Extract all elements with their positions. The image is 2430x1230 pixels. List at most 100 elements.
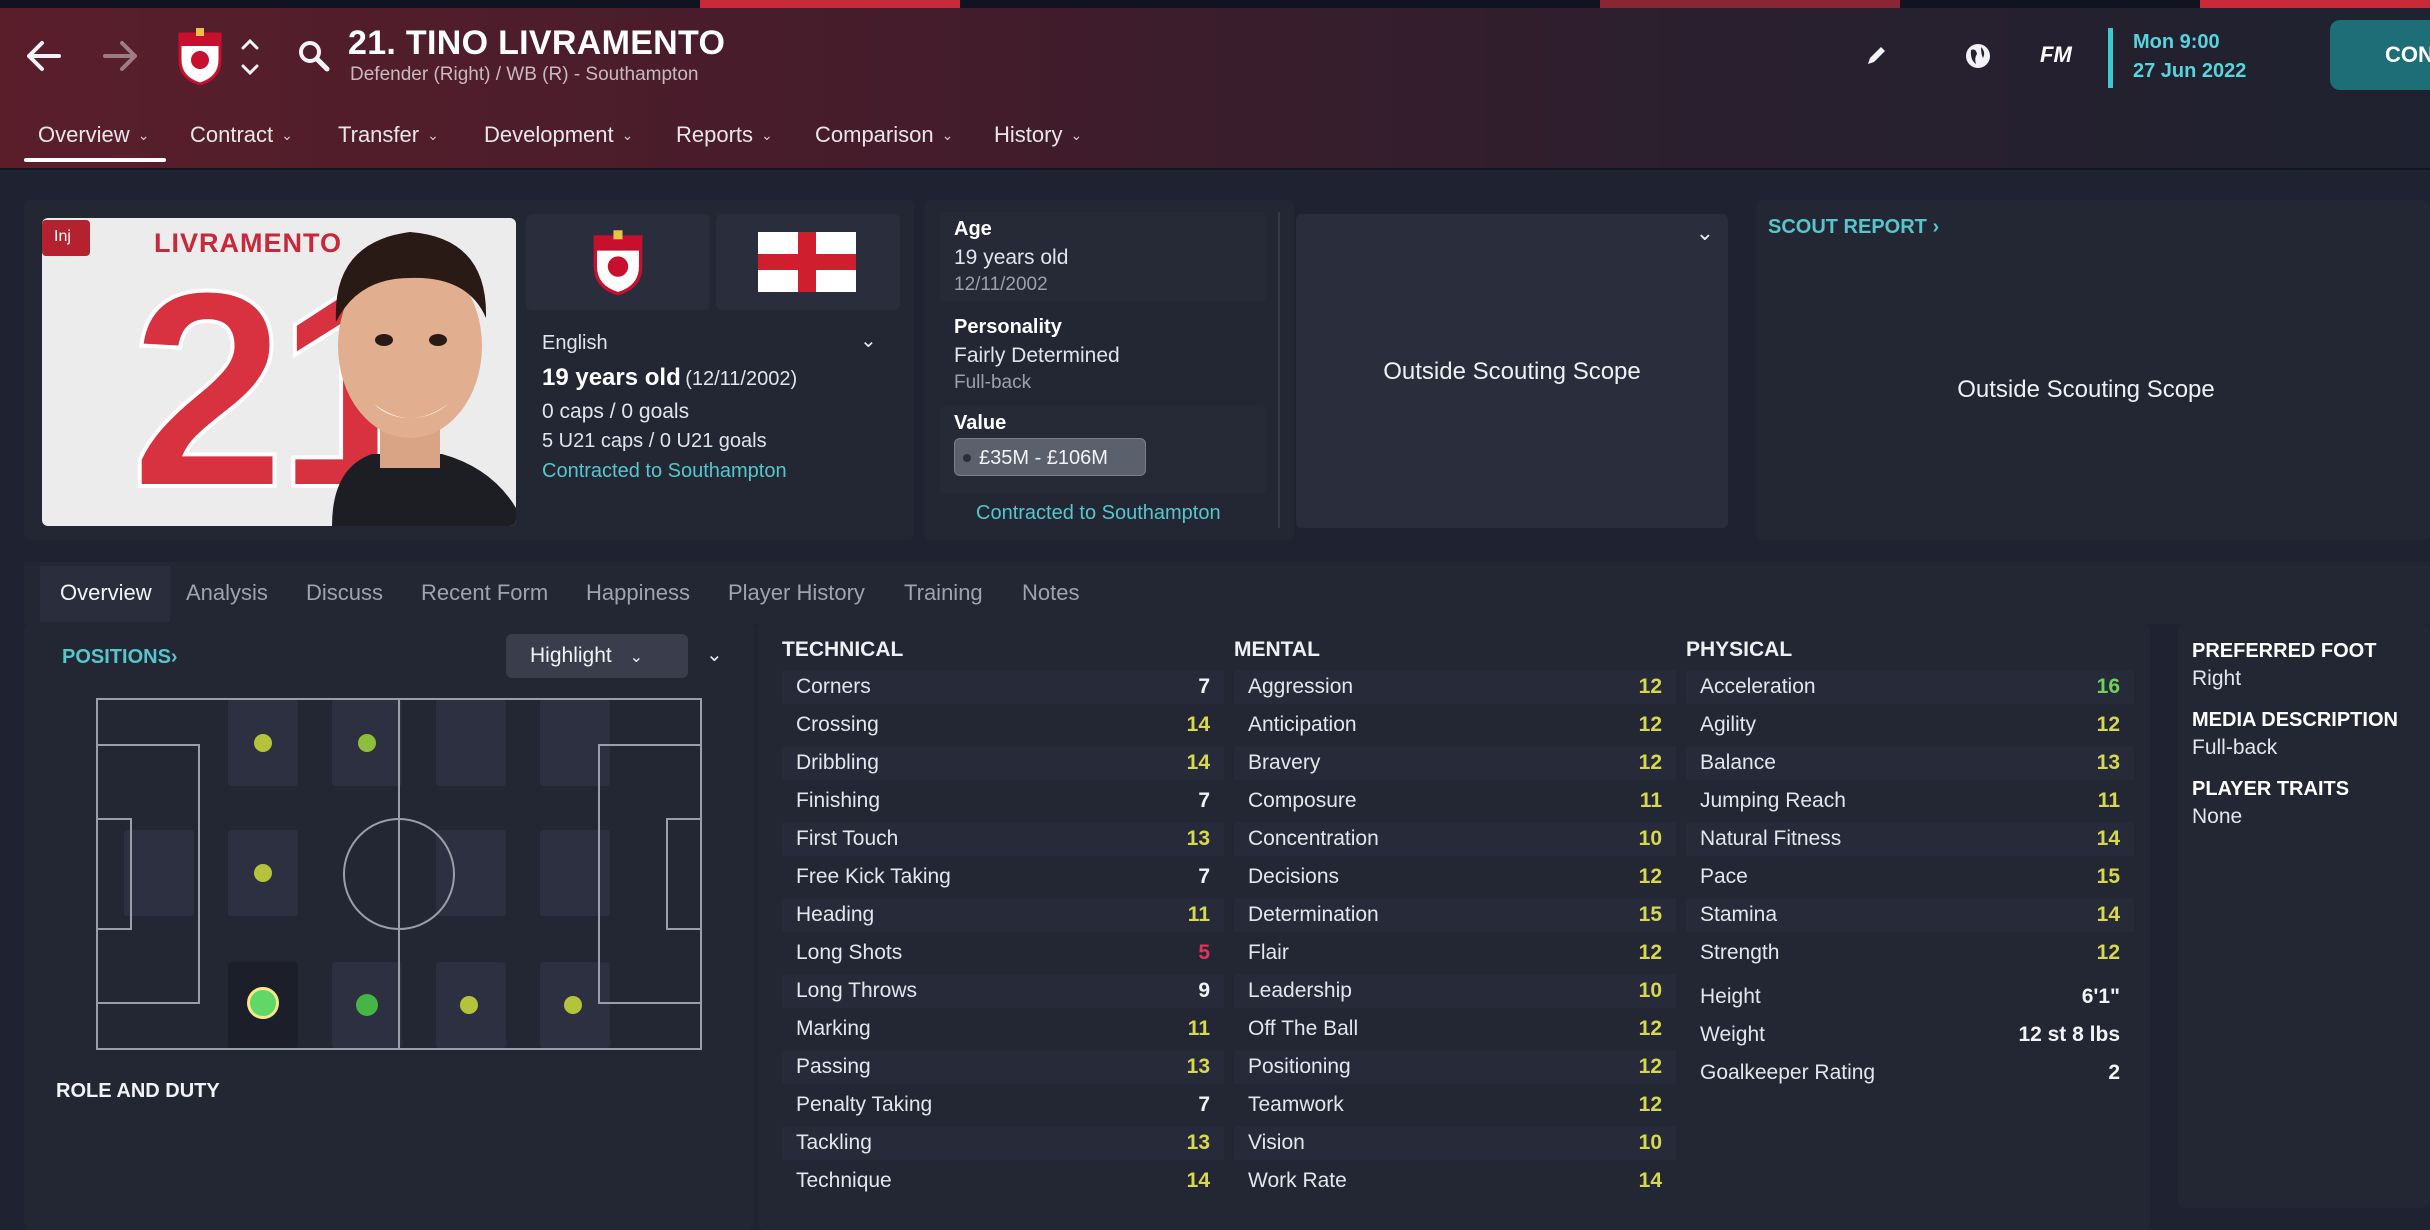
- continue-button[interactable]: CON: [2330, 20, 2430, 90]
- scout-report-link[interactable]: SCOUT REPORT ›: [1768, 216, 1939, 239]
- attribute-row-acceleration[interactable]: Acceleration 16: [1686, 670, 2134, 704]
- tab-reports[interactable]: Reports ⌄: [676, 122, 773, 148]
- attribute-row-technique[interactable]: Technique 14: [782, 1164, 1224, 1198]
- position-dot[interactable]: [460, 996, 478, 1014]
- attribute-row-heading[interactable]: Heading 11: [782, 898, 1224, 932]
- page-subtitle: Defender (Right) / WB (R) - Southampton: [350, 64, 699, 85]
- nation-flag-box[interactable]: [716, 214, 900, 310]
- attribute-value: 10: [1638, 827, 1662, 850]
- subtab-analysis[interactable]: Analysis: [186, 580, 268, 606]
- attribute-row-teamwork[interactable]: Teamwork 12: [1234, 1088, 1676, 1122]
- subtab-notes[interactable]: Notes: [1022, 580, 1079, 606]
- attribute-row-dribbling[interactable]: Dribbling 14: [782, 746, 1224, 780]
- game-date[interactable]: Mon 9:00 27 Jun 2022: [2108, 28, 2246, 88]
- tab-contract[interactable]: Contract ⌄: [190, 122, 293, 148]
- subtab-player-history[interactable]: Player History: [728, 580, 865, 606]
- attribute-row-jumping-reach[interactable]: Jumping Reach 11: [1686, 784, 2134, 818]
- club-crest-icon[interactable]: [172, 24, 228, 88]
- position-dot[interactable]: [254, 734, 272, 752]
- attribute-name: Acceleration: [1700, 675, 1816, 698]
- technical-heading: TECHNICAL: [782, 638, 904, 661]
- attribute-row-agility[interactable]: Agility 12: [1686, 708, 2134, 742]
- attribute-row-off-the-ball[interactable]: Off The Ball 12: [1234, 1012, 1676, 1046]
- attribute-value: 10: [1638, 979, 1662, 1002]
- positions-link[interactable]: POSITIONS›: [62, 646, 178, 669]
- position-dot[interactable]: [564, 996, 582, 1014]
- attribute-row-vision[interactable]: Vision 10: [1234, 1126, 1676, 1160]
- position-dot[interactable]: [358, 734, 376, 752]
- side-info: PREFERRED FOOT Right MEDIA DESCRIPTION F…: [2192, 640, 2430, 847]
- attribute-row-positioning[interactable]: Positioning 12: [1234, 1050, 1676, 1084]
- tab-comparison[interactable]: Comparison ⌄: [815, 122, 953, 148]
- tab-development-label: Development: [484, 122, 614, 147]
- attribute-row-anticipation[interactable]: Anticipation 12: [1234, 708, 1676, 742]
- attribute-row-long-throws[interactable]: Long Throws 9: [782, 974, 1224, 1008]
- attribute-row-flair[interactable]: Flair 12: [1234, 936, 1676, 970]
- attribute-row-stamina[interactable]: Stamina 14: [1686, 898, 2134, 932]
- attribute-row-pace[interactable]: Pace 15: [1686, 860, 2134, 894]
- back-arrow-icon[interactable]: [20, 32, 68, 80]
- active-tab-underline: [24, 158, 166, 162]
- attribute-row-first-touch[interactable]: First Touch 13: [782, 822, 1224, 856]
- edit-pencil-icon[interactable]: [1858, 38, 1894, 74]
- subtab-overview[interactable]: Overview: [60, 580, 152, 606]
- attribute-row-leadership[interactable]: Leadership 10: [1234, 974, 1676, 1008]
- attribute-name: Natural Fitness: [1700, 827, 1842, 850]
- position-dot[interactable]: [254, 864, 272, 882]
- subtab-recent-form[interactable]: Recent Form: [421, 580, 548, 606]
- tab-development[interactable]: Development ⌄: [484, 122, 633, 148]
- position-dot[interactable]: [356, 994, 378, 1016]
- tab-transfer[interactable]: Transfer ⌄: [338, 122, 439, 148]
- age-card: Age 19 years old 12/11/2002: [940, 212, 1266, 302]
- nationality-chevron-down-icon[interactable]: ⌄: [860, 328, 877, 353]
- attribute-value: 15: [1638, 903, 1662, 926]
- attribute-row-free-kick-taking[interactable]: Free Kick Taking 7: [782, 860, 1224, 894]
- attribute-row-bravery[interactable]: Bravery 12: [1234, 746, 1676, 780]
- attribute-row-balance[interactable]: Balance 13: [1686, 746, 2134, 780]
- subtab-happiness[interactable]: Happiness: [586, 580, 690, 606]
- fm-logo[interactable]: FM: [2040, 42, 2072, 68]
- search-icon[interactable]: [292, 34, 336, 78]
- attribute-row-determination[interactable]: Determination 15: [1234, 898, 1676, 932]
- attribute-row-tackling[interactable]: Tackling 13: [782, 1126, 1224, 1160]
- contract-link[interactable]: Contracted to Southampton: [976, 502, 1221, 525]
- attribute-row-finishing[interactable]: Finishing 7: [782, 784, 1224, 818]
- attribute-value: 13: [2096, 751, 2120, 774]
- attribute-value: 13: [1186, 1055, 1210, 1078]
- attribute-row-composure[interactable]: Composure 11: [1234, 784, 1676, 818]
- attribute-row-long-shots[interactable]: Long Shots 5: [782, 936, 1224, 970]
- chevron-down-icon: ⌄: [621, 126, 634, 143]
- attribute-row-natural-fitness[interactable]: Natural Fitness 14: [1686, 822, 2134, 856]
- tab-history[interactable]: History ⌄: [994, 122, 1082, 148]
- subtab-training[interactable]: Training: [904, 580, 983, 606]
- player-down-chevron-icon[interactable]: [236, 58, 264, 82]
- attribute-row-passing[interactable]: Passing 13: [782, 1050, 1224, 1084]
- attribute-name: Pace: [1700, 865, 1748, 888]
- club-crest-box[interactable]: [526, 214, 710, 310]
- extra-name: Height: [1700, 985, 1761, 1008]
- player-up-chevron-icon[interactable]: [236, 32, 264, 56]
- scouting-chevron-down-icon[interactable]: ⌄: [1696, 220, 1714, 246]
- attribute-row-penalty-taking[interactable]: Penalty Taking 7: [782, 1088, 1224, 1122]
- attribute-row-concentration[interactable]: Concentration 10: [1234, 822, 1676, 856]
- subtab-discuss[interactable]: Discuss: [306, 580, 383, 606]
- attribute-row-strength[interactable]: Strength 12: [1686, 936, 2134, 970]
- contract-status-link[interactable]: Contracted to Southampton: [542, 460, 787, 483]
- positions-chevron-down-icon[interactable]: ⌄: [706, 642, 723, 667]
- highlight-dropdown[interactable]: Highlight ⌄: [506, 634, 688, 678]
- attribute-row-decisions[interactable]: Decisions 12: [1234, 860, 1676, 894]
- attribute-row-corners[interactable]: Corners 7: [782, 670, 1224, 704]
- physical-extra-height: Height 6'1": [1686, 980, 2134, 1014]
- forward-arrow-icon[interactable]: [96, 32, 144, 80]
- globe-icon[interactable]: [1956, 34, 2000, 78]
- position-dot-natural[interactable]: [247, 987, 279, 1019]
- value-tag[interactable]: £35M - £106M: [954, 438, 1146, 476]
- attribute-value: 7: [1198, 675, 1210, 698]
- attribute-row-marking[interactable]: Marking 11: [782, 1012, 1224, 1046]
- injury-badge[interactable]: Inj: [42, 220, 90, 256]
- attribute-row-work-rate[interactable]: Work Rate 14: [1234, 1164, 1676, 1198]
- tab-overview[interactable]: Overview ⌄: [38, 122, 149, 148]
- attribute-row-aggression[interactable]: Aggression 12: [1234, 670, 1676, 704]
- attribute-name: Vision: [1248, 1131, 1305, 1154]
- attribute-row-crossing[interactable]: Crossing 14: [782, 708, 1224, 742]
